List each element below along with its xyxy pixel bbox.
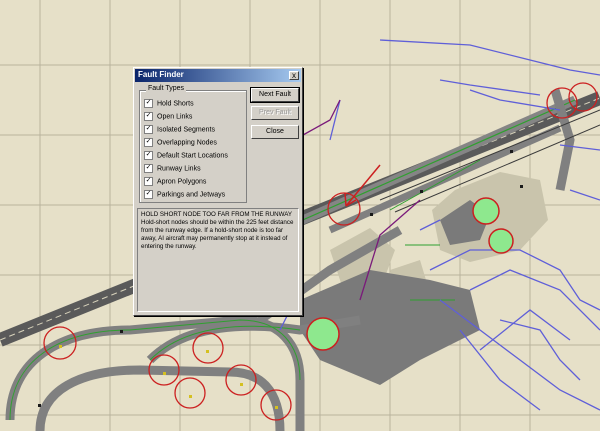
checkbox-parkings-and-jetways[interactable]: ✓ Parkings and Jetways — [144, 190, 225, 201]
close-icon[interactable]: x — [289, 71, 299, 80]
checkbox-overlapping-nodes[interactable]: ✓ Overlapping Nodes — [144, 138, 217, 149]
check-icon: ✓ — [144, 125, 153, 134]
checkbox-isolated-segments[interactable]: ✓ Isolated Segments — [144, 125, 215, 136]
checkbox-hold-shorts[interactable]: ✓ Hold Shorts — [144, 99, 194, 110]
checkbox-label: Apron Polygons — [157, 178, 207, 186]
checkbox-label: Default Start Locations — [157, 152, 228, 160]
next-fault-button[interactable]: Next Fault — [250, 87, 300, 103]
check-icon: ✓ — [144, 164, 153, 173]
checkbox-label: Runway Links — [157, 165, 201, 173]
dialog-title: Fault Finder — [138, 70, 184, 79]
checkbox-default-start-locations[interactable]: ✓ Default Start Locations — [144, 151, 228, 162]
checkbox-runway-links[interactable]: ✓ Runway Links — [144, 164, 201, 175]
checkbox-label: Hold Shorts — [157, 100, 194, 108]
fault-types-label: Fault Types — [146, 85, 187, 92]
check-icon: ✓ — [144, 99, 153, 108]
check-icon: ✓ — [144, 151, 153, 160]
check-icon: ✓ — [144, 190, 153, 199]
prev-fault-button[interactable]: Prev Fault — [251, 106, 299, 120]
checkbox-label: Isolated Segments — [157, 126, 215, 134]
checkbox-label: Parkings and Jetways — [157, 191, 226, 199]
checkbox-label: Overlapping Nodes — [157, 139, 217, 147]
fault-description-box: HOLD SHORT NODE TOO FAR FROM THE RUNWAY … — [137, 208, 299, 312]
checkbox-open-links[interactable]: ✓ Open Links — [144, 112, 192, 123]
fault-title: HOLD SHORT NODE TOO FAR FROM THE RUNWAY — [141, 211, 293, 218]
dialog-titlebar[interactable]: Fault Finder x — [135, 69, 301, 82]
fault-finder-dialog: Fault Finder x Fault Types ✓ Hold Shorts … — [133, 67, 303, 316]
checkbox-apron-polygons[interactable]: ✓ Apron Polygons — [144, 177, 206, 188]
check-icon: ✓ — [144, 177, 153, 186]
check-icon: ✓ — [144, 112, 153, 121]
close-button[interactable]: Close — [251, 125, 299, 139]
check-icon: ✓ — [144, 138, 153, 147]
checkbox-label: Open Links — [157, 113, 193, 121]
fault-description: Hold-short nodes should be within the 22… — [141, 219, 294, 250]
